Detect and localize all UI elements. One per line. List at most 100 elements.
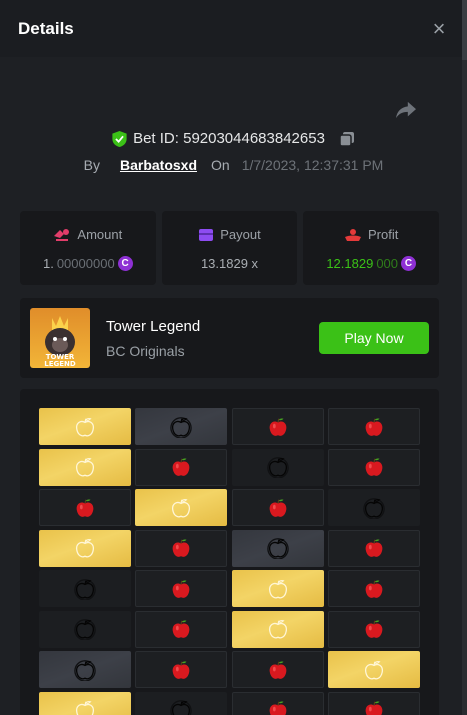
scrollbar[interactable]: [462, 0, 467, 715]
board-cell: [39, 489, 131, 526]
red-apple-icon: [365, 418, 383, 436]
on-label: On: [211, 157, 230, 173]
red-apple-icon: [269, 418, 287, 436]
board-cell: [328, 448, 420, 486]
play-now-button[interactable]: Play Now: [319, 322, 429, 354]
board-cell: [39, 610, 131, 648]
stat-payout: Payout 13.1829 x: [161, 211, 298, 285]
red-apple-icon: [172, 580, 190, 598]
board-cell: [328, 651, 420, 688]
board-cell: [39, 448, 131, 486]
dark-apple-icon: [363, 497, 385, 519]
game-name: Tower Legend: [106, 317, 201, 335]
board-cell: [135, 448, 227, 486]
red-apple-icon: [269, 499, 287, 517]
board-cell: [328, 570, 420, 607]
apple-outline-icon: [269, 579, 287, 598]
board-cell: [135, 489, 227, 526]
amount-label: Amount: [77, 227, 123, 242]
page-title: Details: [18, 18, 74, 38]
gorilla-king-icon: TOWER LEGEND: [44, 316, 76, 368]
wallet-icon: [199, 228, 214, 241]
board-cell: [328, 691, 420, 715]
details-header: Details ×: [0, 0, 467, 57]
bet-datetime: 1/7/2023, 12:37:31 PM: [241, 157, 384, 173]
red-apple-icon: [365, 580, 383, 598]
red-apple-icon: [365, 701, 383, 715]
stat-profit: Profit 12.1829 000 C: [303, 211, 440, 285]
red-apple-icon: [76, 499, 94, 517]
stat-amount: Amount 1. 00000000 C: [20, 211, 156, 285]
red-apple-icon: [269, 661, 287, 679]
dark-apple-icon: [170, 700, 192, 715]
username-link[interactable]: Barbatosxd: [120, 157, 197, 173]
scrollbar-thumb[interactable]: [462, 0, 467, 60]
red-apple-icon: [172, 539, 190, 557]
apple-outline-icon: [76, 417, 94, 436]
hand-coin-icon: [345, 228, 361, 241]
red-apple-icon: [172, 458, 190, 476]
by-label: By: [83, 157, 100, 173]
apple-outline-icon: [76, 538, 94, 558]
close-icon[interactable]: ×: [429, 17, 449, 39]
profit-label: Profit: [368, 227, 399, 242]
board-cell: [135, 610, 227, 648]
board-cell: [232, 408, 324, 445]
apple-outline-icon: [365, 660, 383, 679]
red-apple-icon: [365, 620, 383, 638]
apple-outline-icon: [76, 700, 94, 715]
share-icon[interactable]: [395, 100, 417, 120]
board-cell: [328, 408, 420, 445]
board-cell: [232, 651, 324, 688]
tower-board: [20, 389, 439, 715]
dark-apple-icon: [74, 659, 96, 681]
apple-outline-icon: [76, 457, 94, 477]
bet-meta-row: By Barbatosxd On 1/7/2023, 12:37:31 PM: [0, 157, 467, 173]
game-thumbnail[interactable]: TOWER LEGEND: [30, 308, 90, 368]
stats-panel: Amount 1. 00000000 C Payout 13.1829 x Pro…: [20, 211, 440, 285]
profit-value-main: 12.1829: [326, 256, 374, 271]
currency-coin-icon: C: [401, 256, 417, 271]
amount-value-main: 1.: [42, 256, 54, 271]
board-cell: [135, 691, 227, 715]
amount-value-dim: 00000000: [56, 256, 115, 271]
board-cell: [135, 408, 227, 445]
bet-id-row: Bet ID: 59203044683842653: [0, 130, 467, 147]
coin-hand-icon: [54, 228, 70, 241]
board-cell: [232, 610, 324, 648]
copy-icon[interactable]: [339, 131, 355, 147]
red-apple-icon: [269, 701, 287, 715]
board-cell: [232, 570, 324, 607]
red-apple-icon: [172, 620, 190, 638]
dark-apple-icon: [74, 578, 96, 600]
profit-value-dim: 000: [376, 256, 399, 271]
verified-shield-icon: [112, 130, 127, 147]
dark-apple-icon: [170, 416, 192, 438]
board-cell: [39, 691, 131, 715]
dark-apple-icon: [74, 619, 96, 640]
game-provider: BC Originals: [106, 342, 185, 359]
board-cell: [39, 529, 131, 567]
board-cell: [232, 448, 324, 486]
dark-apple-icon: [267, 538, 289, 559]
apple-outline-icon: [269, 619, 287, 639]
bet-id: Bet ID: 59203044683842653: [133, 130, 325, 147]
board-cell: [135, 529, 227, 567]
board-cell: [328, 489, 420, 526]
board-cell: [232, 691, 324, 715]
board-cell: [39, 651, 131, 688]
payout-value: 13.1829 x: [200, 256, 259, 271]
board-cell: [39, 570, 131, 607]
svg-text:LEGEND: LEGEND: [44, 360, 76, 368]
board-cell: [328, 610, 420, 648]
board-cell: [135, 570, 227, 607]
board-cell: [135, 651, 227, 688]
red-apple-icon: [365, 539, 383, 557]
board-cell: [39, 408, 131, 445]
payout-label: Payout: [220, 227, 261, 242]
board-cell: [328, 529, 420, 567]
game-card: TOWER LEGEND Tower Legend BC Originals P…: [20, 298, 439, 378]
red-apple-icon: [365, 458, 383, 476]
board-cell: [232, 489, 324, 526]
board-cell: [232, 529, 324, 567]
